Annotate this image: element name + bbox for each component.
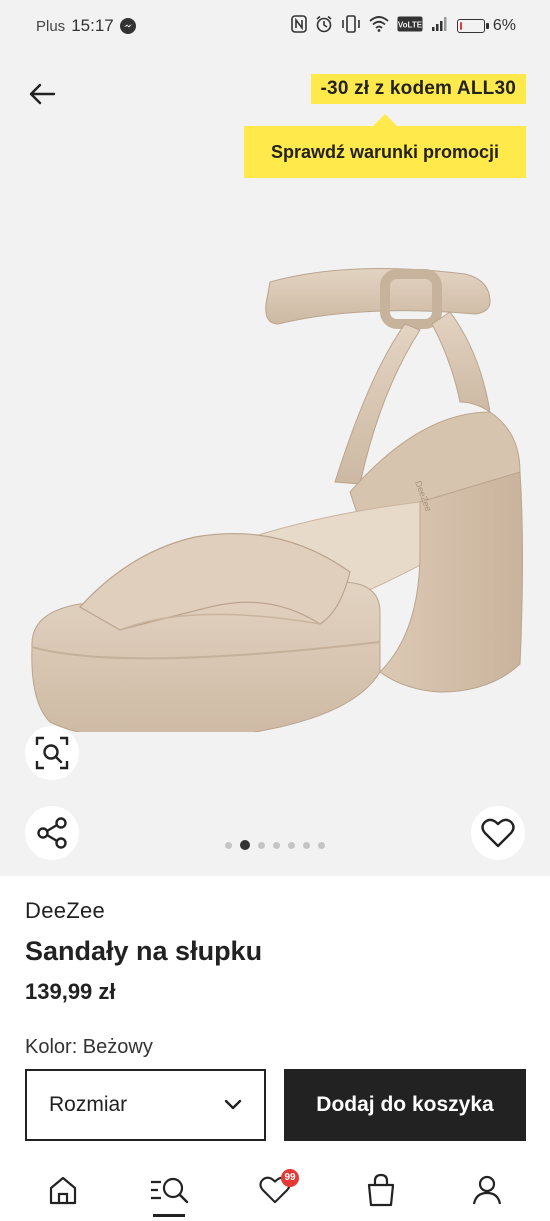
add-to-wishlist-button[interactable] (471, 806, 525, 860)
size-select[interactable]: Rozmiar (25, 1069, 266, 1141)
status-bar: Plus 15:17 VoLTE 6% (0, 0, 550, 52)
battery-icon (456, 19, 489, 33)
status-left: Plus 15:17 (36, 16, 136, 36)
share-button[interactable] (25, 806, 79, 860)
bag-icon (367, 1173, 395, 1206)
nav-home[interactable] (33, 1165, 93, 1215)
product-gallery[interactable]: -30 zł z kodem ALL30 Sprawdź warunki pro… (0, 52, 550, 876)
status-icons: VoLTE 6% (291, 14, 516, 38)
battery-level (459, 22, 462, 30)
gallery-dot[interactable] (273, 841, 280, 849)
home-icon (49, 1176, 77, 1204)
visual-search-button[interactable] (25, 726, 79, 780)
gallery-dot[interactable] (258, 841, 265, 849)
color-label: Kolor: Beżowy (25, 1036, 153, 1058)
gallery-dot[interactable] (288, 841, 295, 849)
signal-icon (431, 16, 449, 37)
promo-terms-button[interactable]: Sprawdź warunki promocji (244, 114, 526, 178)
gallery-pagination (0, 840, 550, 850)
messenger-icon (119, 18, 136, 34)
heart-icon (481, 818, 515, 848)
gallery-dot[interactable] (240, 840, 250, 850)
battery-percent: 6% (492, 17, 516, 34)
bottom-navigation: 99 (0, 1158, 550, 1221)
carrier-label: Plus (36, 17, 66, 35)
gallery-dot[interactable] (225, 841, 232, 849)
product-image: DeeZee (31, 268, 523, 732)
profile-icon (472, 1175, 502, 1204)
search-icon (151, 1177, 189, 1203)
nav-profile[interactable] (457, 1165, 517, 1215)
gallery-dot[interactable] (318, 841, 325, 849)
clock: 15:17 (71, 16, 114, 35)
nav-search[interactable] (139, 1165, 199, 1217)
arrow-left-icon (29, 83, 56, 105)
back-button[interactable] (24, 76, 60, 112)
promo-code-badge: -30 zł z kodem ALL30 (310, 74, 526, 104)
chevron-down-icon (224, 1099, 242, 1111)
alarm-icon (315, 15, 333, 38)
nav-cart[interactable] (351, 1165, 411, 1215)
brand-name[interactable]: DeeZee (25, 898, 105, 924)
wifi-icon (369, 15, 389, 37)
volte-icon: VoLTE (397, 16, 423, 37)
nav-wishlist[interactable]: 99 (245, 1165, 305, 1215)
wishlist-count-badge: 99 (281, 1168, 299, 1187)
add-to-cart-button[interactable]: Dodaj do koszyka (284, 1069, 526, 1141)
product-title: Sandały na słupku (25, 936, 263, 966)
gallery-dot[interactable] (303, 841, 310, 849)
visual-search-icon (35, 736, 69, 770)
product-price: 139,99 zł (25, 979, 116, 1004)
svg-text:VoLTE: VoLTE (398, 20, 423, 29)
vibrate-icon (341, 14, 361, 38)
size-select-label: Rozmiar (49, 1093, 128, 1116)
nfc-icon (291, 14, 307, 38)
